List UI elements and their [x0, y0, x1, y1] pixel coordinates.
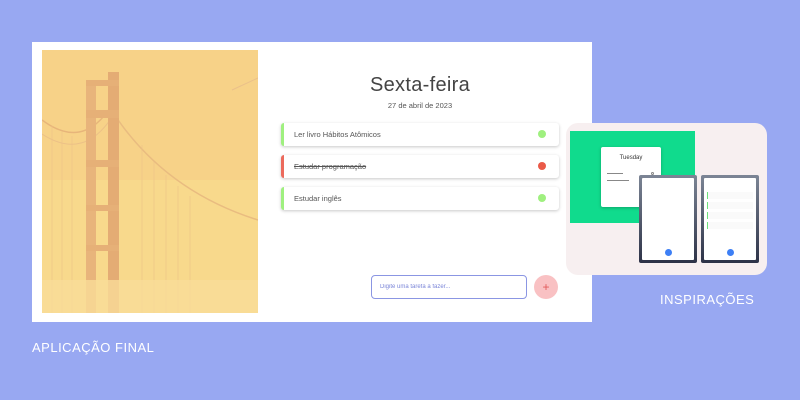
date-label: 27 de abril de 2023 — [387, 101, 453, 110]
app-preview: Sexta-feira 27 de abril de 2023 Ler livr… — [32, 42, 592, 322]
task-label: Estudar inglês — [294, 194, 342, 203]
phone-list-item — [707, 192, 753, 199]
new-task-input[interactable] — [371, 275, 527, 299]
inspirations-label: INSPIRAÇÕES — [660, 292, 755, 307]
fab-icon — [727, 249, 734, 256]
plus-icon: + — [542, 280, 550, 294]
phone-list-item — [707, 202, 753, 209]
fab-icon — [665, 249, 672, 256]
inspiration-phone — [639, 175, 697, 263]
inspiration-card-title: Tuesday — [619, 155, 643, 161]
inspiration-phone — [701, 175, 759, 263]
task-item[interactable]: Ler livro Hábitos Atômicos — [281, 123, 559, 146]
bridge-photo — [42, 50, 258, 313]
phone-screen — [642, 178, 694, 260]
day-title: Sexta-feira — [369, 74, 470, 96]
task-item[interactable]: Estudar inglês — [281, 187, 559, 210]
inspiration-image: Tuesday — [566, 123, 767, 275]
task-item[interactable]: Estudar programação — [281, 155, 559, 178]
mini-line — [607, 180, 629, 181]
status-dot-icon[interactable] — [538, 130, 546, 138]
task-label: Estudar programação — [294, 162, 367, 171]
phone-list-item — [707, 212, 753, 219]
status-dot-icon[interactable] — [538, 194, 546, 202]
phone-screen — [704, 178, 756, 260]
status-dot-icon[interactable] — [538, 162, 546, 170]
final-app-label: APLICAÇÃO FINAL — [32, 340, 155, 355]
add-task-button[interactable]: + — [534, 275, 558, 299]
mini-line — [607, 173, 623, 174]
phone-list-item — [707, 222, 753, 229]
task-label: Ler livro Hábitos Atômicos — [294, 130, 381, 139]
